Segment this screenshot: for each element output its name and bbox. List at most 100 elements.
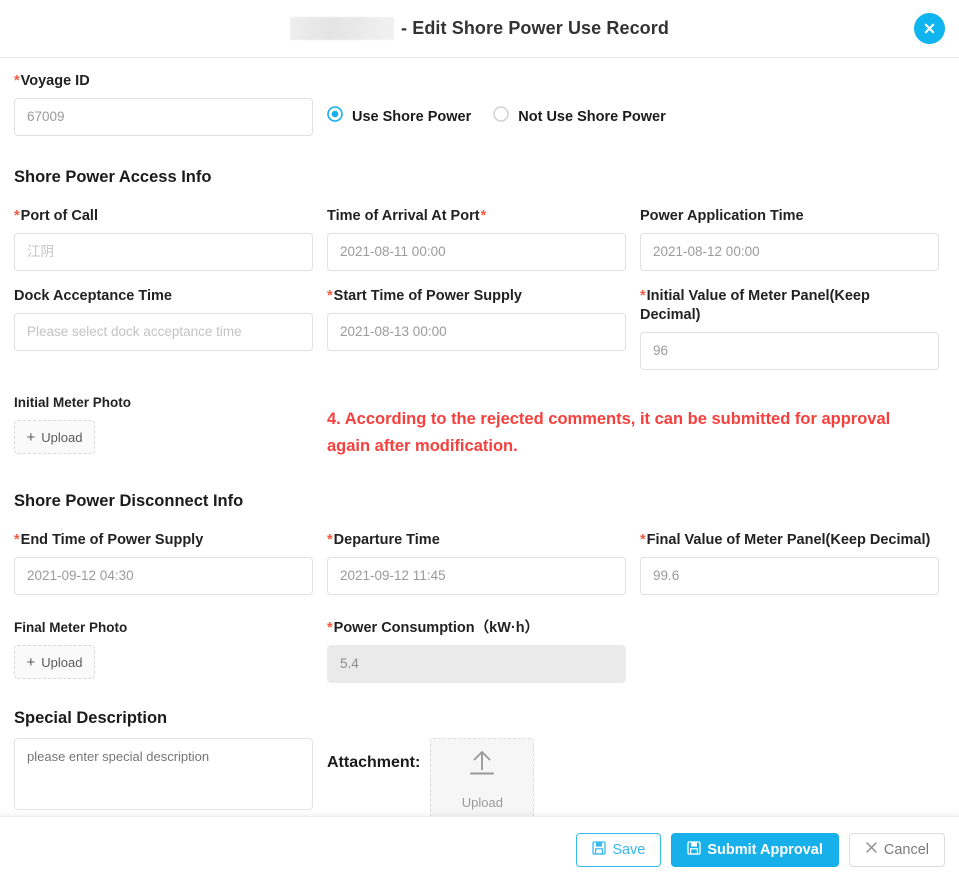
power-application-time-field-group: Power Application Time 2021-08-12 00:00 — [640, 207, 939, 271]
power-application-time-label: Power Application Time — [640, 207, 939, 226]
annotation-wrapper: 4. According to the rejected comments, i… — [327, 394, 917, 460]
final-meter-value-label: *Final Value of Meter Panel(Keep Decimal… — [640, 531, 939, 550]
required-asterisk: * — [480, 208, 487, 224]
power-consumption-field-group: *Power Consumption（kW·h） 5.4 — [327, 619, 626, 683]
attachment-caption: Attachment: — [327, 754, 421, 771]
special-description-group — [14, 738, 313, 816]
departure-time-label: *Departure Time — [327, 531, 626, 550]
close-button[interactable] — [914, 13, 945, 44]
dialog-header: - Edit Shore Power Use Record — [0, 0, 959, 58]
dialog-title-text: - Edit Shore Power Use Record — [401, 18, 669, 38]
port-of-call-field-group: *Port of Call 江阴 — [14, 207, 313, 271]
redacted-vessel-name — [290, 17, 395, 40]
time-of-arrival-label: Time of Arrival At Port* — [327, 207, 626, 226]
power-consumption-label: *Power Consumption（kW·h） — [327, 619, 626, 638]
final-meter-photo-upload-button[interactable]: + Upload — [14, 645, 95, 679]
upload-button-label: Upload — [41, 429, 83, 445]
form-container: *Voyage ID 67009 Use Shore Power Not Use… — [0, 72, 939, 816]
final-meter-value-input[interactable]: 99.6 — [640, 557, 939, 595]
required-asterisk: * — [327, 532, 333, 548]
dialog-footer: Save Submit Approval Cancel — [0, 816, 959, 882]
required-asterisk: * — [14, 208, 20, 224]
attachment-row: Attachment: Upload Attachment — [327, 738, 535, 816]
initial-meter-photo-group: Initial Meter Photo + Upload — [14, 394, 313, 460]
start-time-power-supply-label-text: Start Time of Power Supply — [333, 288, 522, 304]
required-asterisk: * — [640, 532, 646, 548]
initial-meter-photo-upload-button[interactable]: + Upload — [14, 420, 95, 454]
final-meter-value-field-group: *Final Value of Meter Panel(Keep Decimal… — [640, 531, 939, 595]
shore-power-radio-group: Use Shore Power Not Use Shore Power — [327, 72, 666, 136]
required-asterisk: * — [14, 532, 20, 548]
special-description-textarea[interactable] — [14, 738, 313, 810]
plus-icon: + — [26, 428, 36, 446]
access-info-row-1: *Port of Call 江阴 Time of Arrival At Port… — [14, 207, 939, 271]
edit-shore-power-dialog: - Edit Shore Power Use Record *Voyage ID… — [0, 0, 959, 882]
start-time-power-supply-field-group: *Start Time of Power Supply 2021-08-13 0… — [327, 287, 626, 370]
initial-meter-value-input[interactable]: 96 — [640, 332, 939, 370]
save-button[interactable]: Save — [576, 832, 662, 867]
attachment-group: Attachment: Upload Attachment — [327, 738, 535, 816]
upload-attachment-label-line1: Upload — [461, 794, 503, 810]
initial-photo-and-annotation-row: Initial Meter Photo + Upload 4. Accordin… — [14, 394, 917, 460]
end-time-power-supply-label: *End Time of Power Supply — [14, 531, 313, 550]
radio-not-use-shore-power[interactable]: Not Use Shore Power — [493, 106, 666, 127]
upload-attachment-button[interactable]: Upload Attachment — [430, 738, 535, 816]
final-meter-photo-label: Final Meter Photo — [14, 620, 128, 635]
power-application-time-input[interactable]: 2021-08-12 00:00 — [640, 233, 939, 271]
power-consumption-label-text: Power Consumption（kW·h） — [333, 620, 540, 636]
save-button-label: Save — [612, 841, 646, 858]
initial-meter-value-label-text: Initial Value of Meter Panel(Keep Decima… — [640, 288, 870, 323]
port-of-call-label: *Port of Call — [14, 207, 313, 226]
port-of-call-label-text: Port of Call — [20, 208, 98, 224]
upload-arrow-icon — [465, 748, 499, 785]
departure-time-input[interactable]: 2021-09-12 11:45 — [327, 557, 626, 595]
voyage-id-input[interactable]: 67009 — [14, 98, 313, 136]
rejected-comments-annotation: 4. According to the rejected comments, i… — [327, 410, 891, 455]
power-application-time-label-text: Power Application Time — [640, 208, 804, 224]
port-of-call-input[interactable]: 江阴 — [14, 233, 313, 271]
dock-acceptance-time-label: Dock Acceptance Time — [14, 287, 313, 306]
cancel-button-label: Cancel — [883, 841, 929, 858]
disconnect-info-row-1: *End Time of Power Supply 2021-09-12 04:… — [14, 531, 939, 595]
special-description-row: Attachment: Upload Attachment — [14, 738, 917, 816]
end-time-power-supply-field-group: *End Time of Power Supply 2021-09-12 04:… — [14, 531, 313, 595]
voyage-id-label-text: Voyage ID — [20, 73, 90, 89]
upload-button-label: Upload — [41, 654, 83, 670]
power-consumption-input: 5.4 — [327, 645, 626, 683]
final-meter-value-label-text: Final Value of Meter Panel(Keep Decimal) — [646, 532, 931, 548]
dock-acceptance-time-input[interactable]: Please select dock acceptance time — [14, 313, 313, 351]
voyage-id-field-group: *Voyage ID 67009 — [14, 72, 313, 136]
radio-use-shore-power-label: Use Shore Power — [352, 108, 472, 125]
time-of-arrival-input[interactable]: 2021-08-11 00:00 — [327, 233, 626, 271]
radio-unselected-icon — [493, 106, 510, 127]
start-time-power-supply-label: *Start Time of Power Supply — [327, 287, 626, 306]
initial-meter-value-field-group: *Initial Value of Meter Panel(Keep Decim… — [640, 287, 939, 370]
voyage-row: *Voyage ID 67009 Use Shore Power Not Use… — [14, 72, 917, 136]
radio-use-shore-power[interactable]: Use Shore Power — [327, 106, 471, 127]
required-asterisk: * — [14, 73, 20, 89]
time-of-arrival-field-group: Time of Arrival At Port* 2021-08-11 00:0… — [327, 207, 626, 271]
disconnect-info-row-2: Final Meter Photo + Upload *Power Consum… — [14, 619, 917, 683]
save-icon — [592, 840, 606, 859]
submit-approval-button[interactable]: Submit Approval — [671, 832, 839, 867]
dialog-scroll-body[interactable]: *Voyage ID 67009 Use Shore Power Not Use… — [0, 58, 959, 816]
radio-not-use-shore-power-label: Not Use Shore Power — [518, 108, 666, 125]
final-meter-photo-group: Final Meter Photo + Upload — [14, 619, 313, 683]
section-title-disconnect-info: Shore Power Disconnect Info — [14, 492, 244, 510]
start-time-power-supply-input[interactable]: 2021-08-13 00:00 — [327, 313, 626, 351]
end-time-power-supply-label-text: End Time of Power Supply — [20, 532, 204, 548]
special-description-title: Special Description — [14, 709, 168, 727]
radio-selected-icon — [327, 106, 343, 127]
plus-icon: + — [26, 653, 36, 671]
spacer-col — [640, 619, 939, 683]
departure-time-label-text: Departure Time — [333, 532, 440, 548]
departure-time-field-group: *Departure Time 2021-09-12 11:45 — [327, 531, 626, 595]
cancel-button[interactable]: Cancel — [848, 832, 945, 867]
required-asterisk: * — [640, 288, 646, 304]
end-time-power-supply-input[interactable]: 2021-09-12 04:30 — [14, 557, 313, 595]
dock-acceptance-time-label-text: Dock Acceptance Time — [14, 288, 172, 304]
access-info-row-2: Dock Acceptance Time Please select dock … — [14, 287, 939, 370]
close-icon — [921, 20, 938, 37]
section-title-access-info: Shore Power Access Info — [14, 168, 212, 186]
close-icon — [865, 841, 878, 858]
